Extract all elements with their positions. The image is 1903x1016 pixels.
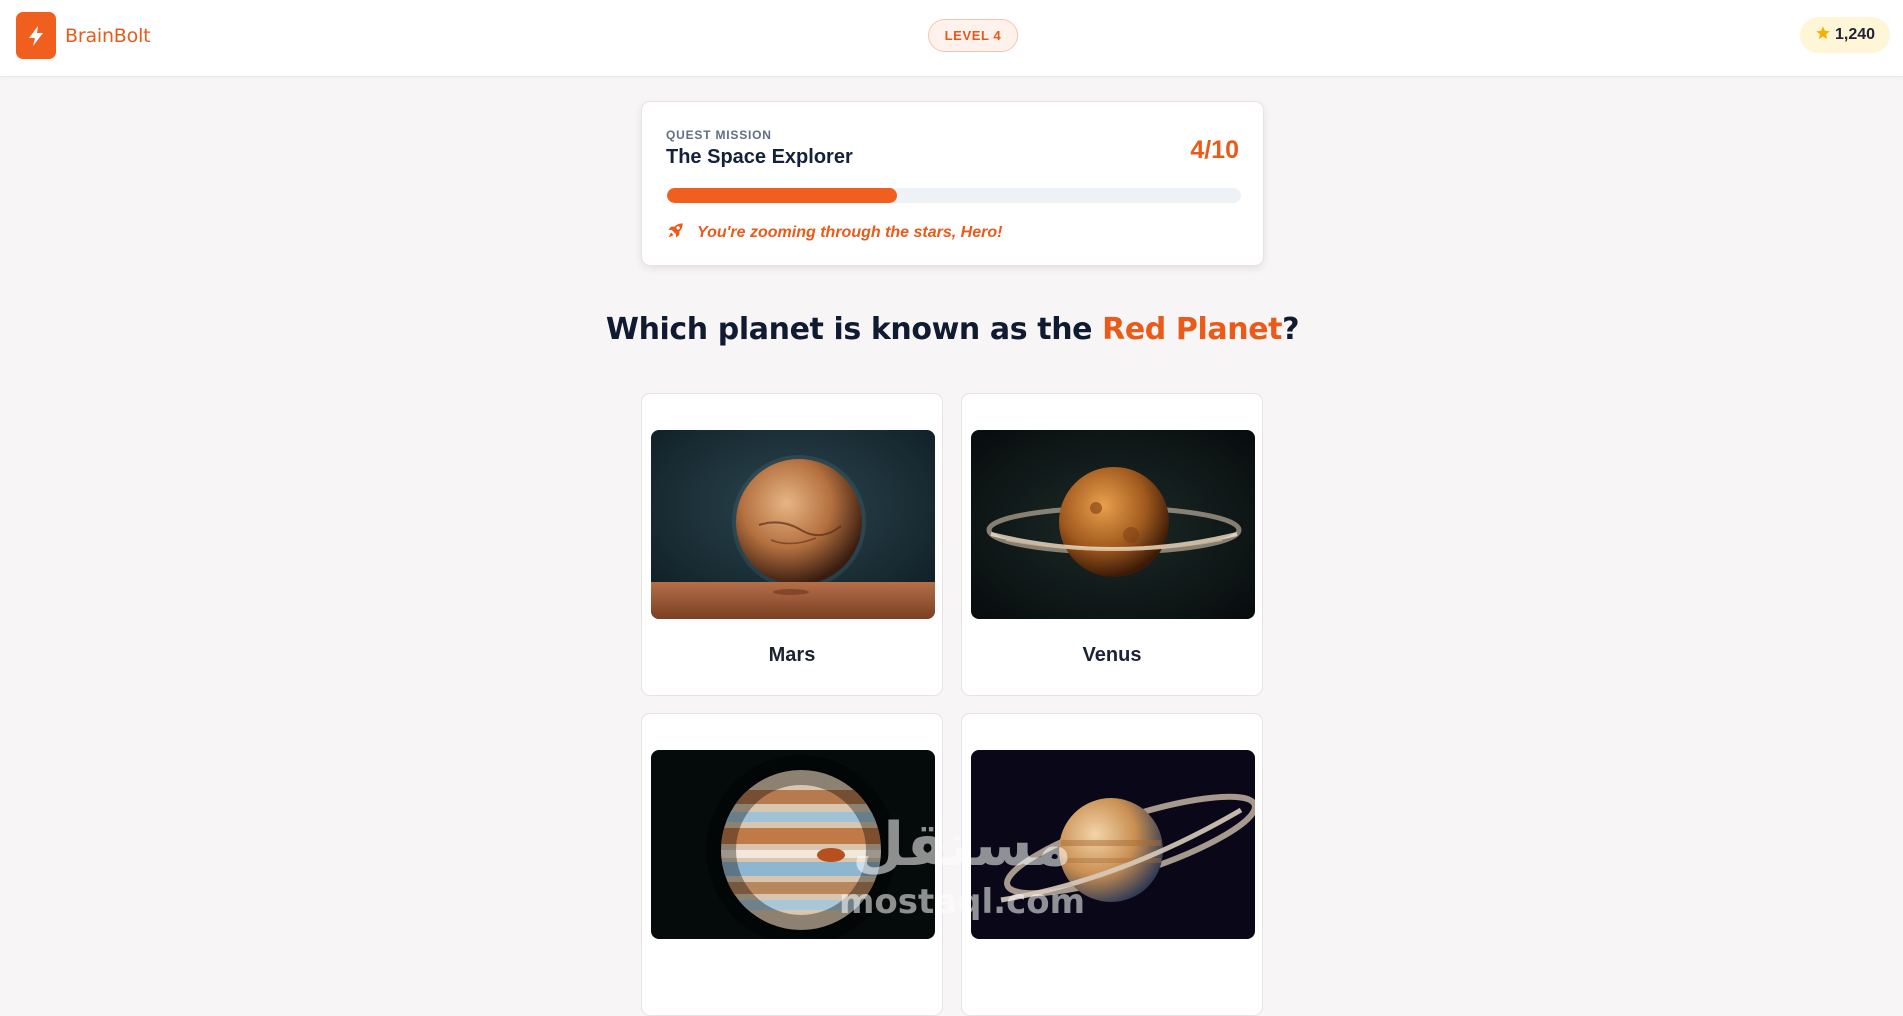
top-bar: BrainBolt LEVEL 4 1,240 [0,0,1903,77]
quest-label: QUEST MISSION [666,128,772,142]
answer-option-venus[interactable]: Venus [961,393,1263,696]
level-badge: LEVEL 4 [928,19,1018,52]
star-icon [1815,25,1831,46]
app-name: BrainBolt [65,24,151,47]
saturn-image [971,750,1255,939]
mars-image [651,430,935,619]
progress-bar-fill [667,188,897,203]
app-logo[interactable]: BrainBolt [16,12,151,59]
points-badge: 1,240 [1800,17,1890,53]
encouragement-message: You're zooming through the stars, Hero! [666,220,1002,245]
answer-option-label: Venus [1082,644,1142,666]
rocket-icon [666,220,686,245]
lightning-icon [16,12,56,59]
question-text: Which planet is known as the Red Planet? [550,312,1355,347]
question-suffix: ? [1282,312,1300,347]
progress-bar [667,188,1241,203]
encouragement-text: You're zooming through the stars, Hero! [697,223,1003,241]
answer-option-label: Mars [768,644,816,666]
question-prefix: Which planet is known as the [605,312,1103,347]
jupiter-image [651,750,935,939]
answer-option-mars[interactable]: Mars [641,393,943,696]
quest-progress-count: 4/10 [1190,136,1239,164]
answer-option-saturn[interactable] [961,713,1263,1016]
venus-image [971,430,1255,619]
quest-title: The Space Explorer [666,146,853,168]
points-value: 1,240 [1834,26,1876,43]
quest-card: QUEST MISSION The Space Explorer 4/10 Yo… [641,101,1264,266]
answer-option-jupiter[interactable] [641,713,943,1016]
question-highlight: Red Planet [1102,312,1283,347]
